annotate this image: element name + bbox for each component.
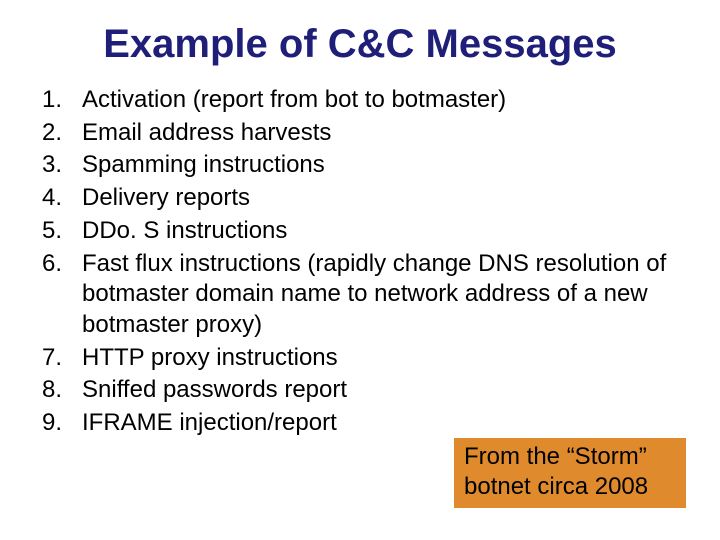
list-item: 5. DDo. S instructions [42, 216, 678, 247]
list-item: 2. Email address harvests [42, 118, 678, 149]
list-number: 7. [42, 343, 82, 374]
list-number: 4. [42, 183, 82, 214]
list-item: 3. Spamming instructions [42, 150, 678, 181]
list-text: Spamming instructions [82, 150, 678, 181]
list-text: HTTP proxy instructions [82, 343, 678, 374]
list-number: 1. [42, 85, 82, 116]
list-text: Fast flux instructions (rapidly change D… [82, 249, 678, 341]
list-number: 6. [42, 249, 82, 280]
list-item: 1. Activation (report from bot to botmas… [42, 85, 678, 116]
list-number: 2. [42, 118, 82, 149]
list-text: Sniffed passwords report [82, 375, 678, 406]
list-item: 8. Sniffed passwords report [42, 375, 678, 406]
list-text: Activation (report from bot to botmaster… [82, 85, 678, 116]
list-number: 3. [42, 150, 82, 181]
list-text: Email address harvests [82, 118, 678, 149]
page-title: Example of C&C Messages [0, 0, 720, 85]
list-item: 9. IFRAME injection/report [42, 408, 678, 439]
list-item: 6. Fast flux instructions (rapidly chang… [42, 249, 678, 341]
list-number: 8. [42, 375, 82, 406]
list-text: Delivery reports [82, 183, 678, 214]
list-number: 5. [42, 216, 82, 247]
list-text: IFRAME injection/report [82, 408, 678, 439]
list-item: 7. HTTP proxy instructions [42, 343, 678, 374]
list-number: 9. [42, 408, 82, 439]
list-text: DDo. S instructions [82, 216, 678, 247]
callout-box: From the “Storm” botnet circa 2008 [454, 438, 686, 508]
list-item: 4. Delivery reports [42, 183, 678, 214]
ordered-list: 1. Activation (report from bot to botmas… [0, 85, 720, 439]
